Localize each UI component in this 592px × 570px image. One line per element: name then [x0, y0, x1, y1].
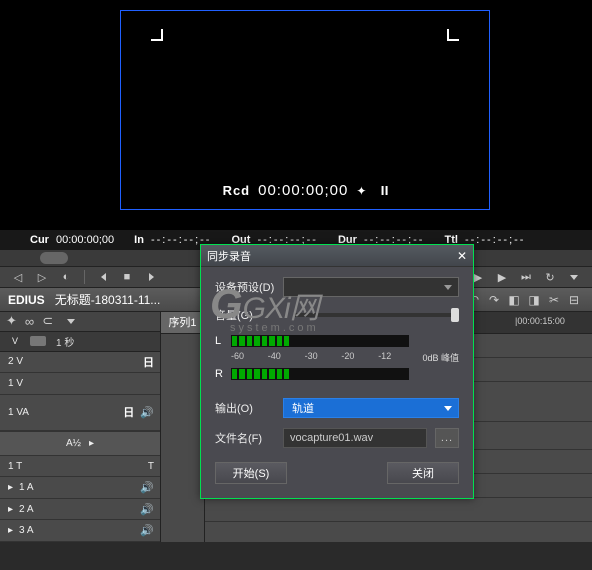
track-header-toolbar: ✦ ∞ ⊂	[0, 312, 160, 332]
track-t1-label: 1 T	[8, 461, 22, 472]
dropdown-1-icon[interactable]	[564, 269, 584, 285]
tool-4-button[interactable]: ⊟	[564, 292, 584, 308]
track-t1[interactable]: 1 T T	[0, 456, 160, 478]
track-a3-label: 3 A	[19, 525, 33, 536]
track-a3-mute-icon[interactable]: 🔊	[140, 524, 154, 537]
db-end-label: 0dB 峰值	[415, 351, 459, 364]
dd-icon[interactable]	[61, 313, 81, 329]
next-edit-button[interactable]: ⏭	[516, 269, 536, 285]
tool-1-button[interactable]: ◧	[504, 292, 524, 308]
browse-button[interactable]: ...	[435, 428, 459, 448]
track-a2-label: 2 A	[19, 504, 33, 515]
track-a2-mute-icon[interactable]: 🔊	[140, 503, 154, 516]
volume-slider[interactable]	[293, 313, 459, 317]
ttl-value: --:--:--;--	[465, 234, 525, 246]
track-header-column: ✦ ∞ ⊂ V 1 秒 2 V 日 1 V 1 VA 日🔊 A½▸ 1 T T …	[0, 312, 160, 542]
filename-label: 文件名(F)	[215, 430, 275, 446]
meter-l-label: L	[215, 335, 225, 347]
mark-in-button[interactable]: ◁	[8, 269, 28, 285]
a-half-label[interactable]: A½▸	[0, 431, 160, 456]
start-button[interactable]: 开始(S)	[215, 462, 287, 484]
play-reverse-button[interactable]	[93, 269, 113, 285]
sequence-column: 序列1	[160, 312, 205, 542]
loop-button[interactable]: ↻	[540, 269, 560, 285]
ruler-t1: |00:00:15:00	[515, 316, 565, 326]
link-icon[interactable]: ∞	[25, 314, 34, 329]
output-value: 轨道	[292, 400, 314, 416]
level-meter: L -60 -40 -30 -20 -12 0dB 峰值 R	[215, 333, 459, 382]
db-scale: -60 -40 -30 -20 -12 0dB 峰值	[215, 349, 459, 366]
track-a2[interactable]: ▸2 A 🔊	[0, 499, 160, 521]
dialog-title: 同步录音	[207, 248, 251, 264]
time-scale-value: 1 秒	[56, 334, 74, 349]
meter-l	[231, 335, 409, 347]
scale-thumb[interactable]	[30, 336, 46, 346]
dialog-title-bar[interactable]: 同步录音 ✕	[201, 245, 473, 267]
record-timecode: Rcd 00:00:00;00 ✦	[223, 182, 388, 199]
output-label: 输出(O)	[215, 400, 275, 416]
filename-value: vocapture01.wav	[290, 432, 373, 444]
track-v1[interactable]: 1 V	[0, 373, 160, 395]
cur-value: 00:00:00;00	[56, 234, 114, 246]
track-t1-text-icon[interactable]: T	[148, 461, 154, 472]
track-v2-solo[interactable]: 日	[143, 354, 154, 370]
preview-monitor: Rcd 00:00:00;00 ✦	[0, 0, 592, 230]
preset-label: 设备预设(D)	[215, 279, 275, 295]
track-va1-label: 1 VA	[8, 407, 29, 418]
lane-a2[interactable]	[205, 498, 592, 522]
cur-label: Cur	[30, 234, 49, 246]
close-button[interactable]: 关闭	[387, 462, 459, 484]
track-v1-label: 1 V	[8, 378, 23, 389]
sequence-tab[interactable]: 序列1	[161, 312, 204, 334]
preview-frame: Rcd 00:00:00;00 ✦	[120, 10, 490, 210]
filename-input[interactable]: vocapture01.wav	[283, 428, 427, 448]
volume-handle[interactable]	[451, 308, 459, 322]
side-tab-v[interactable]: V	[10, 334, 20, 348]
snap-icon[interactable]: ✦	[6, 313, 17, 329]
meter-r-label: R	[215, 368, 225, 380]
track-a1[interactable]: ▸1 A 🔊	[0, 477, 160, 499]
step-fwd-button[interactable]: ▶	[492, 269, 512, 285]
play-button[interactable]	[141, 269, 161, 285]
close-icon[interactable]: ✕	[457, 249, 467, 263]
safe-mark-tr	[447, 29, 459, 41]
scroll-thumb[interactable]	[40, 252, 68, 264]
safe-mark-tl	[151, 29, 163, 41]
app-name: EDIUS	[8, 293, 45, 307]
in-label: In	[134, 234, 144, 246]
pause-icon	[381, 186, 387, 195]
track-a1-mute-icon[interactable]: 🔊	[140, 481, 154, 494]
track-a3[interactable]: ▸3 A 🔊	[0, 520, 160, 542]
time-scale-row: V 1 秒	[0, 332, 160, 352]
stop-button[interactable]: ■	[117, 269, 137, 285]
rec-tc-value: 00:00:00;00	[258, 182, 348, 199]
track-va1-mute-icon[interactable]: 🔊	[140, 406, 154, 419]
lane-a3[interactable]	[205, 522, 592, 542]
redo-button[interactable]: ↷	[484, 292, 504, 308]
marker-in-icon[interactable]: ◐	[56, 269, 76, 285]
project-title: 无标题-180311-11...	[55, 291, 161, 308]
star-icon: ✦	[356, 184, 367, 198]
track-va1[interactable]: 1 VA 日 🔊	[0, 395, 160, 431]
rec-label: Rcd	[223, 183, 251, 198]
volume-label: 音量(G)	[215, 307, 275, 323]
mark-out-button[interactable]: ▷	[32, 269, 52, 285]
preset-select[interactable]	[283, 277, 459, 297]
magnet-icon[interactable]: ⊂	[42, 313, 53, 329]
track-va1-solo[interactable]: 日	[123, 404, 134, 420]
tool-3-button[interactable]: ✂	[544, 292, 564, 308]
track-a1-label: 1 A	[19, 482, 33, 493]
track-v2[interactable]: 2 V 日	[0, 352, 160, 374]
track-v2-label: 2 V	[8, 356, 23, 367]
output-select[interactable]: 轨道	[283, 398, 459, 418]
sync-record-dialog: 同步录音 ✕ 设备预设(D) 音量(G) L -60 -40 -30	[200, 244, 474, 499]
meter-r	[231, 368, 409, 380]
tool-2-button[interactable]: ◨	[524, 292, 544, 308]
